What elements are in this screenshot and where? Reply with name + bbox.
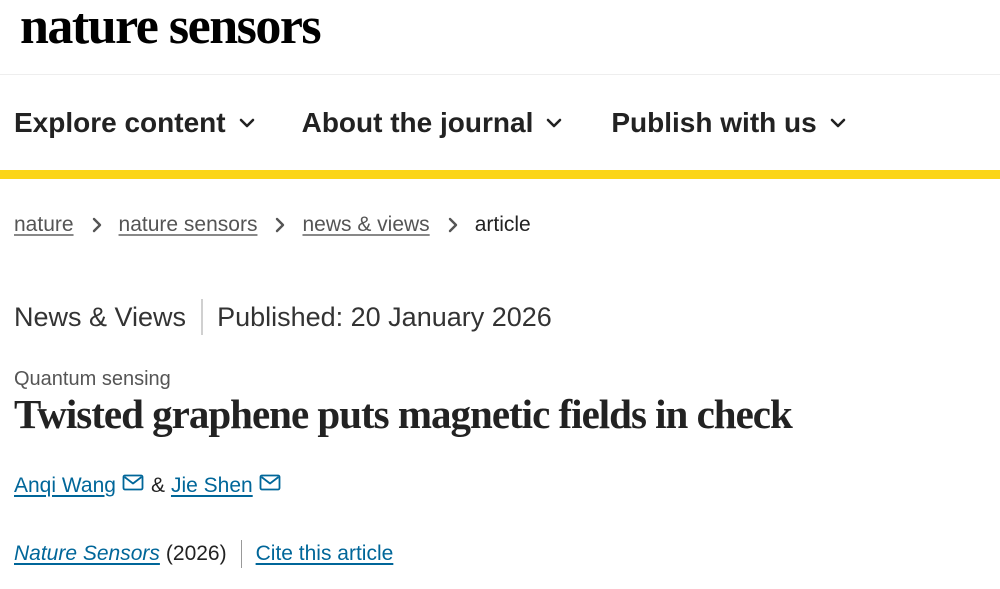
article-subject: Quantum sensing bbox=[14, 368, 171, 390]
chevron-right-icon bbox=[448, 217, 457, 233]
nav-explore-content[interactable]: Explore content bbox=[14, 107, 256, 139]
mail-icon[interactable] bbox=[259, 474, 281, 491]
author-link-jie-shen[interactable]: Jie Shen bbox=[171, 474, 253, 498]
nav-about-the-journal-label: About the journal bbox=[301, 107, 534, 138]
nav-about-the-journal[interactable]: About the journal bbox=[302, 107, 564, 139]
nav-publish-with-us[interactable]: Publish with us bbox=[611, 107, 846, 139]
nav-explore-content-label: Explore content bbox=[14, 107, 226, 138]
chevron-down-icon bbox=[830, 118, 846, 128]
main-nav: Explore content About the journal Publis… bbox=[0, 75, 1000, 171]
mail-icon[interactable] bbox=[122, 474, 144, 491]
article-type: News & Views bbox=[14, 301, 187, 332]
meta-divider bbox=[201, 299, 204, 335]
journal-logo[interactable]: nature sensors bbox=[20, 0, 322, 58]
accent-rule bbox=[0, 170, 1000, 179]
chevron-down-icon bbox=[239, 118, 254, 128]
journal-link[interactable]: Nature Sensors bbox=[14, 542, 160, 566]
breadcrumb: nature nature sensors news & views artic… bbox=[14, 213, 531, 237]
nav-publish-with-us-label: Publish with us bbox=[611, 107, 817, 138]
article-title: Twisted graphene puts magnetic fields in… bbox=[14, 391, 793, 437]
published-date: Published: 20 January 2026 bbox=[217, 301, 552, 332]
breadcrumb-item-nature[interactable]: nature bbox=[14, 213, 74, 237]
page: nature sensors Explore content About the… bbox=[0, 0, 1000, 589]
breadcrumb-item-news-views[interactable]: news & views bbox=[302, 213, 429, 237]
chevron-down-icon bbox=[547, 118, 562, 128]
citation-line: Nature Sensors (2026) Cite this article bbox=[14, 540, 393, 568]
chevron-right-icon bbox=[276, 217, 285, 233]
logo-bar: nature sensors bbox=[0, 0, 1000, 75]
author-separator: & bbox=[150, 474, 165, 497]
citation-divider bbox=[240, 540, 242, 568]
author-link-anqi-wang[interactable]: Anqi Wang bbox=[14, 474, 116, 498]
citation-year: (2026) bbox=[165, 542, 227, 565]
chevron-right-icon bbox=[92, 217, 101, 233]
breadcrumb-item-nature-sensors[interactable]: nature sensors bbox=[119, 213, 258, 237]
breadcrumb-item-current: article bbox=[474, 213, 531, 236]
article-meta: News & Views Published: 20 January 2026 bbox=[14, 299, 552, 335]
cite-this-article-link[interactable]: Cite this article bbox=[256, 542, 394, 566]
author-list: Anqi Wang & Jie Shen bbox=[14, 474, 281, 498]
